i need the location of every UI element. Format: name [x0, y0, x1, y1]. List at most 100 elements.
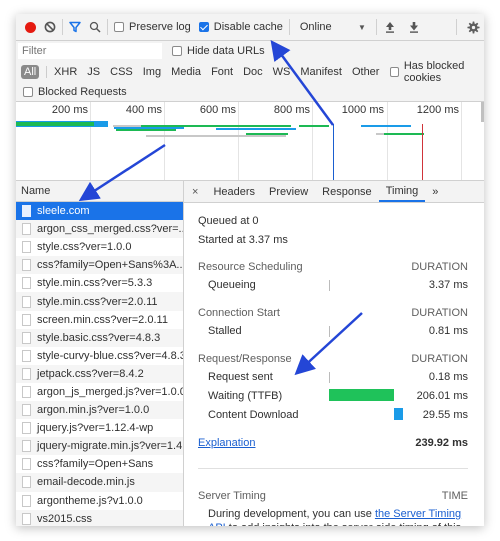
timing-value: 3.37 ms [428, 279, 468, 291]
section-request-response: Request/Response DURATION [198, 353, 468, 365]
hide-data-urls-checkbox[interactable]: Hide data URLs [172, 41, 265, 61]
section-column-header: DURATION [411, 353, 468, 365]
overview-gridline [164, 102, 165, 180]
type-filter-all[interactable]: All [21, 64, 40, 79]
has-blocked-cookies-checkbox[interactable]: Has blocked cookies [390, 59, 484, 84]
search-icon[interactable] [89, 14, 101, 40]
server-timing-text: During development, you can use [208, 508, 375, 520]
throttling-select[interactable]: Online ▼ [296, 14, 370, 40]
server-timing-text: to add insights into the server-side tim… [208, 522, 461, 526]
type-filter-ws[interactable]: WS [273, 66, 291, 78]
section-column-header: DURATION [411, 261, 468, 273]
request-row[interactable]: argon_js_merged.js?ver=1.0.0 [16, 383, 183, 401]
request-row[interactable]: argontheme.js?v1.0.0 [16, 492, 183, 510]
request-row[interactable]: style-curvy-blue.css?ver=4.8.3 [16, 347, 183, 365]
overview-tick-label: 800 ms [273, 104, 310, 116]
started-at-text: Started at 3.37 ms [198, 234, 288, 246]
request-name: jetpack.css?ver=8.4.2 [37, 367, 144, 380]
disable-cache-checkbox[interactable]: Disable cache [198, 14, 283, 40]
overview-tick-label: 400 ms [125, 104, 162, 116]
type-filter-manifest[interactable]: Manifest [300, 66, 342, 78]
type-filter-font[interactable]: Font [211, 66, 233, 78]
filter-input[interactable] [18, 43, 162, 59]
timing-label: Request sent [208, 371, 273, 383]
overview-bar [361, 125, 411, 127]
blocked-requests-checkbox[interactable]: Blocked Requests [23, 82, 127, 102]
hide-data-urls-box[interactable] [172, 46, 182, 56]
timing-label: Stalled [208, 325, 242, 337]
request-name: argontheme.js?v1.0.0 [37, 494, 143, 507]
has-blocked-cookies-label: Has blocked cookies [403, 59, 465, 84]
type-filter-css[interactable]: CSS [110, 66, 133, 78]
request-row[interactable]: style.min.css?ver=5.3.3 [16, 274, 183, 292]
request-row[interactable]: argon_css_merged.css?ver=... [16, 220, 183, 239]
file-icon [22, 422, 31, 435]
overview-tick-label: 1200 ms [416, 104, 459, 116]
blocked-requests-box[interactable] [23, 86, 33, 97]
has-blocked-cookies-box[interactable] [390, 66, 399, 77]
tab-response[interactable]: Response [315, 181, 379, 202]
more-tabs-chevron-icon[interactable]: » [425, 181, 445, 202]
dom-content-loaded-marker [333, 124, 334, 180]
type-filter-media[interactable]: Media [171, 66, 201, 78]
section-column-header: DURATION [411, 307, 468, 319]
filter-icon[interactable] [69, 14, 81, 40]
preserve-log-box[interactable] [114, 22, 124, 32]
timing-value: 0.81 ms [428, 325, 468, 337]
timing-value: 206.01 ms [416, 390, 468, 402]
request-row[interactable]: sleele.com [16, 202, 183, 221]
name-column-header[interactable]: Name [16, 181, 183, 202]
request-name: screen.min.css?ver=2.0.11 [37, 313, 168, 326]
file-icon [22, 458, 31, 471]
preserve-log-checkbox[interactable]: Preserve log [114, 14, 191, 40]
file-icon [22, 367, 31, 380]
gear-icon[interactable] [467, 14, 480, 40]
type-filter-other[interactable]: Other [352, 66, 380, 78]
tab-timing[interactable]: Timing [378, 181, 426, 202]
type-filter-img[interactable]: Img [143, 66, 161, 78]
request-row[interactable]: style.min.css?ver=2.0.11 [16, 292, 183, 311]
record-icon[interactable] [25, 21, 36, 33]
disable-cache-box[interactable] [198, 22, 209, 32]
request-row[interactable]: jquery-migrate.min.js?ver=1.4.1 [16, 437, 183, 456]
request-row[interactable]: style.css?ver=1.0.0 [16, 238, 183, 256]
requests-list: Name sleele.com argon_css_merged.css?ver=… [16, 181, 184, 526]
explanation-link[interactable]: Explanation [198, 437, 256, 449]
disable-cache-label: Disable cache [213, 21, 283, 33]
clear-icon[interactable] [44, 14, 56, 40]
throttling-value: Online [299, 21, 332, 33]
network-overview-timeline[interactable]: 200 ms 400 ms 600 ms 800 ms 1000 ms 1200… [16, 102, 484, 181]
upload-icon[interactable] [385, 14, 395, 40]
tab-preview[interactable]: Preview [262, 181, 315, 202]
request-row[interactable]: jetpack.css?ver=8.4.2 [16, 364, 183, 383]
request-row[interactable]: css?family=Open+Sans%3A... [16, 256, 183, 275]
file-icon [22, 331, 31, 344]
network-toolbar: Preserve log Disable cache Online ▼ [16, 14, 484, 41]
timing-bar-request-sent [329, 372, 330, 383]
request-name: argon_css_merged.css?ver=... [37, 223, 183, 236]
toolbar-divider [375, 19, 377, 35]
request-row[interactable]: screen.min.css?ver=2.0.11 [16, 311, 183, 329]
download-icon[interactable] [409, 14, 419, 40]
overview-bar [116, 129, 176, 131]
request-row[interactable]: css?family=Open+Sans [16, 455, 183, 473]
type-filter-xhr[interactable]: XHR [54, 66, 77, 78]
close-icon[interactable]: × [184, 181, 206, 202]
timing-bar-stalled [329, 326, 330, 337]
tab-headers[interactable]: Headers [206, 181, 262, 202]
section-divider [198, 468, 468, 469]
request-name: argon.min.js?ver=1.0.0 [37, 404, 150, 417]
request-name: jquery-migrate.min.js?ver=1.4.1 [37, 440, 183, 453]
type-filter-doc[interactable]: Doc [243, 66, 263, 78]
overview-scrollbar[interactable] [481, 102, 484, 122]
request-row[interactable]: email-decode.min.js [16, 473, 183, 492]
detail-tabs: × Headers Preview Response Timing » [184, 181, 484, 203]
request-row[interactable]: argon.min.js?ver=1.0.0 [16, 401, 183, 420]
type-filter-js[interactable]: JS [87, 66, 100, 78]
request-row[interactable]: jquery.js?ver=1.12.4-wp [16, 419, 183, 437]
file-icon [22, 295, 31, 308]
request-row[interactable]: style.basic.css?ver=4.8.3 [16, 328, 183, 347]
request-row[interactable]: vs2015.css [16, 509, 183, 526]
timing-row-stalled: Stalled 0.81 ms [208, 325, 468, 337]
type-filter-row: All XHR JS CSS Img Media Font Doc WS Man… [16, 59, 484, 84]
